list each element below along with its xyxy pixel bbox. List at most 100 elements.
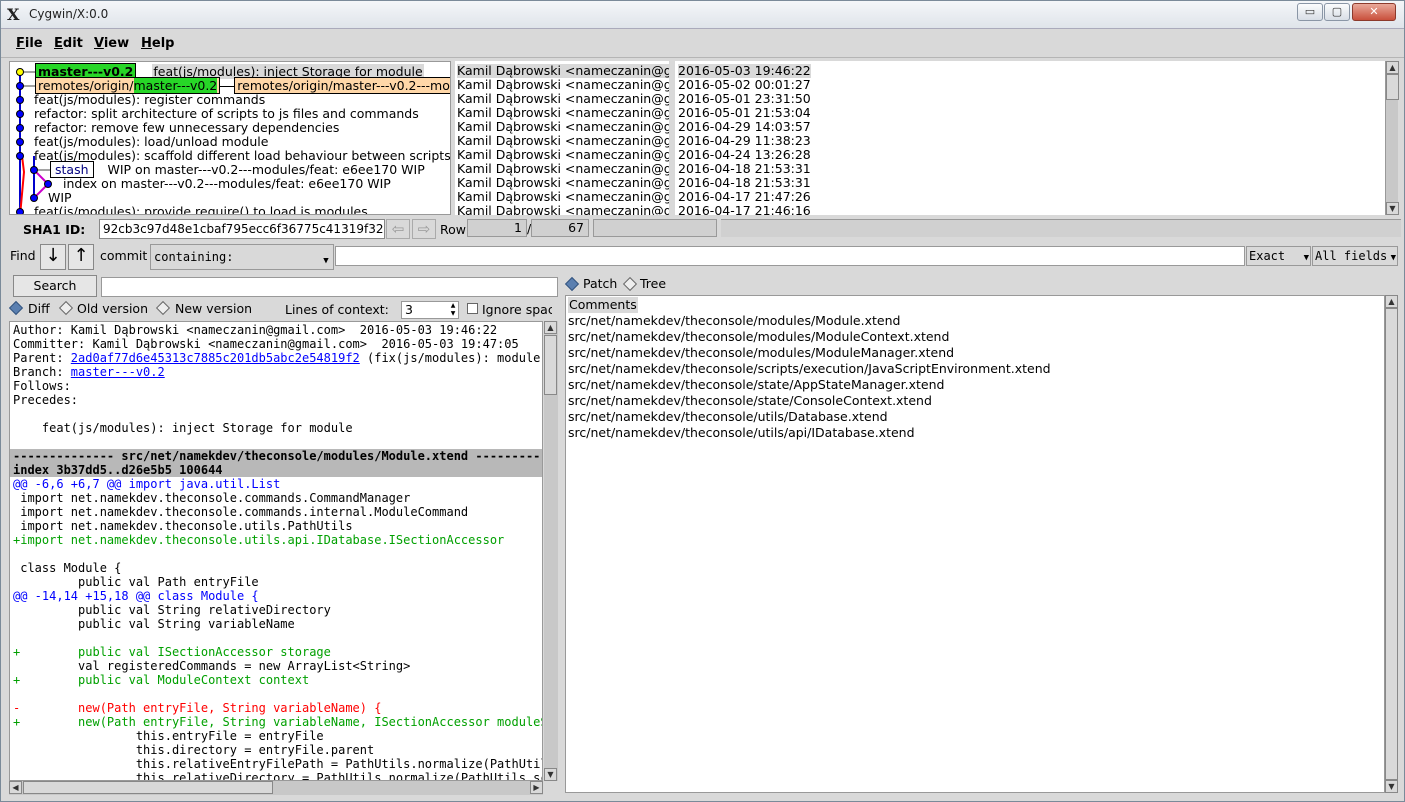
commit-row[interactable]: refactor: split architecture of scripts …	[34, 107, 419, 121]
scroll-left-arrow-icon[interactable]: ◀	[9, 781, 22, 794]
find-down-arrow-icon[interactable]: ↓	[40, 244, 66, 270]
author-cell[interactable]: Kamil Dąbrowski <nameczanin@g	[457, 190, 669, 204]
parent-link[interactable]: 2ad0af77d6e45313c7885c201db5abc2e54819f2	[71, 351, 360, 365]
menu-view[interactable]: View	[94, 36, 129, 51]
maximize-button[interactable]: ▢	[1324, 3, 1350, 21]
diff-radio[interactable]	[8, 300, 24, 316]
new-version-radio[interactable]	[155, 300, 171, 316]
patch-radio[interactable]	[564, 276, 580, 292]
file-list-item[interactable]: src/net/namekdev/theconsole/utils/api/ID…	[568, 425, 915, 441]
find-up-arrow-icon[interactable]: ↑	[68, 244, 94, 270]
find-input[interactable]	[335, 246, 1245, 266]
search-input[interactable]	[101, 277, 558, 297]
dropdown-arrow-icon[interactable]: ▼	[1391, 247, 1396, 269]
row-total: 67	[531, 219, 589, 237]
commit-row[interactable]: refactor: remove few unnecessary depende…	[34, 121, 339, 135]
file-list-comments[interactable]: Comments	[568, 297, 638, 313]
tree-radio[interactable]	[622, 276, 638, 292]
file-list-item[interactable]: src/net/namekdev/theconsole/modules/Modu…	[568, 313, 900, 329]
scroll-thumb[interactable]	[544, 335, 557, 395]
date-cell[interactable]: 2016-05-01 23:31:50	[678, 92, 811, 106]
commit-row[interactable]: remotes/origin/master---v0.2 remotes/orig…	[35, 77, 450, 94]
dropdown-arrow-icon[interactable]: ▼	[1304, 247, 1309, 269]
author-cell[interactable]: Kamil Dąbrowski <nameczanin@g	[457, 134, 669, 148]
scroll-thumb[interactable]	[1385, 308, 1398, 780]
menu-edit[interactable]: Edit	[54, 36, 83, 51]
date-column[interactable]: 2016-05-03 19:46:22 2016-05-02 00:01:27 …	[675, 61, 1385, 215]
menu-file[interactable]: File	[16, 36, 43, 51]
author-cell[interactable]: Kamil Dąbrowski <nameczanin@g	[457, 92, 669, 106]
date-cell[interactable]: 2016-04-17 21:46:16	[678, 204, 811, 216]
scroll-down-arrow-icon[interactable]: ▼	[1385, 780, 1398, 793]
back-arrow-icon[interactable]: ⇦	[386, 219, 410, 239]
commit-row[interactable]: feat(js/modules): load/unload module	[34, 135, 268, 149]
file-list-item[interactable]: src/net/namekdev/theconsole/state/Consol…	[568, 393, 932, 409]
commit-graph-pane[interactable]: master---v0.2 feat(js/modules): inject S…	[9, 61, 451, 215]
dropdown-arrow-icon[interactable]: ▼	[320, 247, 332, 267]
search-button[interactable]: Search	[13, 275, 97, 297]
fields-select[interactable]: All fields ▼	[1312, 246, 1398, 266]
date-cell[interactable]: 2016-04-29 11:38:23	[678, 134, 811, 148]
commit-list-scrollbar[interactable]: ▲ ▼	[1385, 61, 1399, 215]
commit-row[interactable]: stash WIP on master---v0.2---modules/fea…	[50, 161, 425, 178]
diff-vertical-scrollbar[interactable]: ▲ ▼	[544, 321, 558, 781]
author-cell[interactable]: Kamil Dąbrowski <nameczanin@g	[457, 204, 669, 216]
diff-index-line: index 3b37dd5..d26e5b5 100644	[10, 463, 542, 477]
date-cell[interactable]: 2016-05-01 21:53:04	[678, 106, 811, 120]
date-cell[interactable]: 2016-04-17 21:47:26	[678, 190, 811, 204]
commit-row[interactable]: WIP	[48, 191, 72, 205]
date-cell[interactable]: 2016-04-18 21:53:31	[678, 162, 811, 176]
scroll-down-arrow-icon[interactable]: ▼	[1386, 202, 1399, 215]
close-button[interactable]: ✕	[1352, 3, 1396, 21]
author-column[interactable]: Kamil Dąbrowski <nameczanin@g Kamil Dąbr…	[455, 61, 669, 215]
match-type-select[interactable]: Exact ▼	[1246, 246, 1311, 266]
scroll-thumb[interactable]	[1386, 74, 1399, 100]
file-list[interactable]: Comments src/net/namekdev/theconsole/mod…	[565, 295, 1385, 793]
scroll-down-arrow-icon[interactable]: ▼	[544, 768, 557, 781]
commit-row[interactable]: feat(js/modules): provide require() to l…	[34, 205, 368, 215]
commit-row[interactable]: feat(js/modules): register commands	[34, 93, 265, 107]
diff-horizontal-scrollbar[interactable]: ◀ ▶	[9, 781, 543, 795]
diff-line: + new(Path entryFile, String variableNam…	[13, 715, 543, 729]
forward-arrow-icon[interactable]: ⇨	[412, 219, 436, 239]
date-cell[interactable]: 2016-05-03 19:46:22	[678, 64, 811, 78]
find-mode-select[interactable]: containing: ▼	[150, 244, 334, 270]
date-cell[interactable]: 2016-04-29 14:03:57	[678, 120, 811, 134]
ignore-space-checkbox[interactable]	[467, 303, 478, 314]
scroll-up-arrow-icon[interactable]: ▲	[1386, 61, 1399, 74]
sha-label: SHA1 ID:	[23, 222, 86, 237]
diff-view[interactable]: Author: Kamil Dąbrowski <nameczanin@gmai…	[9, 321, 543, 781]
scroll-right-arrow-icon[interactable]: ▶	[530, 781, 543, 794]
diff-line: +import net.namekdev.theconsole.utils.ap…	[13, 533, 505, 547]
commit-row[interactable]: index on master---v0.2---modules/feat: e…	[63, 177, 391, 191]
remote-tag-origin-modules[interactable]: remotes/origin/master---v0.2---mod	[234, 77, 450, 94]
old-version-radio[interactable]	[58, 300, 74, 316]
scroll-up-arrow-icon[interactable]: ▲	[544, 321, 557, 334]
author-cell[interactable]: Kamil Dąbrowski <nameczanin@g	[457, 64, 669, 78]
minimize-button[interactable]: ▭	[1297, 3, 1323, 21]
spin-arrows-icon[interactable]: ▲ ▼	[448, 302, 458, 318]
date-cell[interactable]: 2016-05-02 00:01:27	[678, 78, 811, 92]
file-list-item[interactable]: src/net/namekdev/theconsole/utils/Databa…	[568, 409, 888, 425]
branch-link[interactable]: master---v0.2	[71, 365, 165, 379]
commit-row[interactable]: feat(js/modules): scaffold different loa…	[34, 149, 450, 163]
author-cell[interactable]: Kamil Dąbrowski <nameczanin@g	[457, 148, 669, 162]
file-list-item[interactable]: src/net/namekdev/theconsole/modules/Modu…	[568, 329, 949, 345]
sha-id-field[interactable]: 92cb3c97d48e1cbaf795ecc6f36775c41319f320	[99, 219, 385, 239]
author-cell[interactable]: Kamil Dąbrowski <nameczanin@g	[457, 78, 669, 92]
date-cell[interactable]: 2016-04-24 13:26:28	[678, 148, 811, 162]
menu-bar: File Edit View Help	[1, 30, 1404, 58]
author-cell[interactable]: Kamil Dąbrowski <nameczanin@g	[457, 176, 669, 190]
file-list-item[interactable]: src/net/namekdev/theconsole/scripts/exec…	[568, 361, 1051, 377]
scroll-thumb[interactable]	[23, 781, 273, 794]
author-cell[interactable]: Kamil Dąbrowski <nameczanin@g	[457, 120, 669, 134]
file-list-scrollbar[interactable]: ▲ ▼	[1385, 295, 1398, 793]
file-list-item[interactable]: src/net/namekdev/theconsole/modules/Modu…	[568, 345, 954, 361]
scroll-up-arrow-icon[interactable]: ▲	[1385, 295, 1398, 308]
date-cell[interactable]: 2016-04-18 21:53:31	[678, 176, 811, 190]
menu-help[interactable]: Help	[141, 36, 174, 51]
file-list-item[interactable]: src/net/namekdev/theconsole/state/AppSta…	[568, 377, 944, 393]
author-cell[interactable]: Kamil Dąbrowski <nameczanin@g	[457, 106, 669, 120]
author-cell[interactable]: Kamil Dąbrowski <nameczanin@g	[457, 162, 669, 176]
context-lines-spinbox[interactable]: 3 ▲ ▼	[401, 301, 459, 319]
